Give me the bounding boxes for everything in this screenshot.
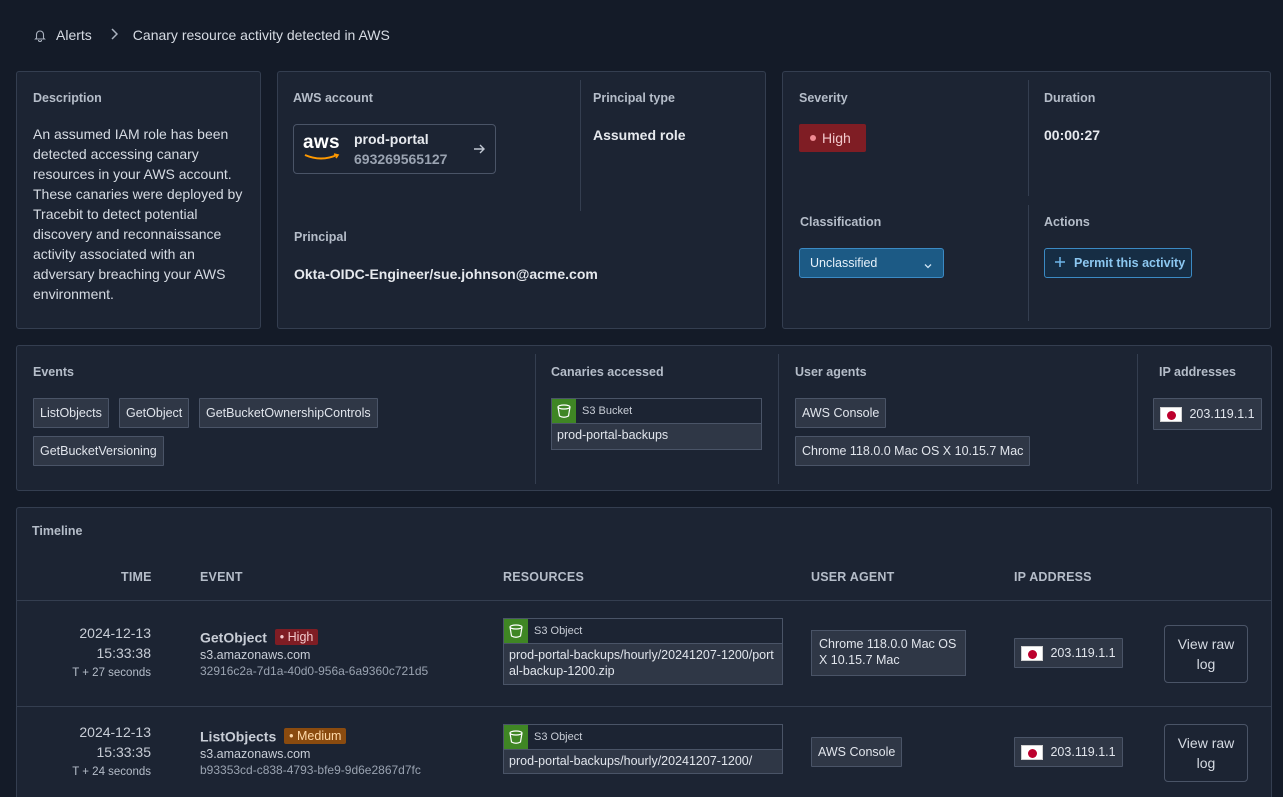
row-event: ListObjects • Medium bbox=[200, 727, 347, 745]
description-text: An assumed IAM role has been detected ac… bbox=[33, 126, 243, 302]
canaries-label: Canaries accessed bbox=[551, 365, 664, 379]
event-chip[interactable]: ListObjects bbox=[33, 398, 109, 428]
row-service: s3.amazonaws.com bbox=[200, 648, 311, 662]
ip-chip[interactable]: 203.119.1.1 bbox=[1014, 638, 1123, 668]
column-header-user-agent: USER AGENT bbox=[811, 570, 895, 584]
japan-flag-icon bbox=[1021, 646, 1043, 662]
divider bbox=[1028, 80, 1029, 196]
severity-badge: • Medium bbox=[284, 728, 347, 745]
timeline-card: Timeline TIME EVENT RESOURCES USER AGENT… bbox=[16, 507, 1272, 797]
divider bbox=[1137, 354, 1138, 484]
principal-label: Principal bbox=[294, 230, 347, 244]
status-card: Severity High Duration 00:00:27 Classifi… bbox=[782, 71, 1271, 329]
severity-badge: • High bbox=[274, 629, 319, 646]
view-raw-log-button[interactable]: View raw log bbox=[1164, 724, 1248, 782]
description-label: Description bbox=[33, 91, 102, 105]
permit-activity-button[interactable]: Permit this activity bbox=[1044, 248, 1192, 278]
event-name: GetObject bbox=[200, 629, 267, 646]
s3-bucket-icon bbox=[552, 399, 576, 423]
principal-type-value: Assumed role bbox=[593, 127, 686, 143]
user-agents-label: User agents bbox=[795, 365, 867, 379]
resource-object[interactable]: S3 Object prod-portal-backups/hourly/202… bbox=[503, 724, 783, 774]
view-raw-log-button[interactable]: View raw log bbox=[1164, 625, 1248, 683]
arrow-right-icon bbox=[472, 142, 486, 159]
column-header-time: TIME bbox=[121, 570, 152, 584]
aws-account-name: prod-portal bbox=[354, 131, 429, 147]
row-date: 2024-12-13 bbox=[79, 724, 151, 740]
event-name: ListObjects bbox=[200, 728, 277, 745]
row-request-id: 32916c2a-7d1a-40d0-956a-6a9360c721d5 bbox=[200, 664, 429, 678]
event-chip[interactable]: GetBucketOwnershipControls bbox=[199, 398, 378, 428]
row-offset: T + 27 seconds bbox=[72, 667, 151, 679]
summary-card: Events ListObjects GetObject GetBucketOw… bbox=[16, 345, 1272, 491]
canary-name: prod-portal-backups bbox=[557, 428, 669, 442]
japan-flag-icon bbox=[1160, 407, 1182, 423]
plus-icon bbox=[1054, 255, 1066, 271]
bell-icon bbox=[33, 28, 47, 42]
description-card: Description An assumed IAM role has been… bbox=[16, 71, 261, 329]
table-row: 2024-12-13 15:33:35 T + 24 seconds ListO… bbox=[17, 707, 1271, 797]
breadcrumb-current: Canary resource activity detected in AWS bbox=[132, 27, 390, 43]
resource-path: prod-portal-backups/hourly/20241207-1200… bbox=[509, 754, 753, 768]
japan-flag-icon bbox=[1021, 745, 1043, 761]
aws-account-link[interactable]: aws prod-portal 693269565127 bbox=[293, 124, 496, 174]
row-request-id: b93353cd-c838-4793-bfe9-9d6e2867d7fc bbox=[200, 763, 421, 777]
row-event: GetObject • High bbox=[200, 628, 319, 646]
actions-label: Actions bbox=[1044, 215, 1090, 229]
table-row: 2024-12-13 15:33:38 T + 27 seconds GetOb… bbox=[17, 601, 1271, 706]
column-header-event: EVENT bbox=[200, 570, 243, 584]
chevron-down-icon bbox=[923, 258, 933, 274]
chevron-right-icon bbox=[110, 27, 120, 43]
canary-bucket[interactable]: S3 Bucket prod-portal-backups bbox=[551, 398, 762, 450]
ip-addresses-label: IP addresses bbox=[1159, 365, 1236, 379]
classification-label: Classification bbox=[800, 215, 882, 229]
breadcrumb-alerts-link[interactable]: Alerts bbox=[56, 27, 92, 43]
ip-chip[interactable]: 203.119.1.1 bbox=[1014, 737, 1123, 767]
divider bbox=[1028, 205, 1029, 321]
user-agent-chip[interactable]: Chrome 118.0.0 Mac OS X 10.15.7 Mac bbox=[795, 436, 1031, 466]
events-label: Events bbox=[33, 365, 74, 379]
row-time: 15:33:38 bbox=[96, 645, 152, 661]
ip-chip[interactable]: 203.119.1.1 bbox=[1153, 398, 1262, 430]
row-date: 2024-12-13 bbox=[79, 625, 151, 641]
severity-badge: High bbox=[799, 124, 866, 152]
row-time: 15:33:35 bbox=[96, 744, 152, 760]
resource-path: prod-portal-backups/hourly/20241207-1200… bbox=[509, 648, 774, 678]
divider bbox=[778, 354, 779, 484]
severity-label: Severity bbox=[799, 91, 848, 105]
user-agent-chip[interactable]: Chrome 118.0.0 Mac OS X 10.15.7 Mac bbox=[811, 630, 966, 676]
breadcrumb: Alerts Canary resource activity detected… bbox=[33, 26, 390, 44]
dot-icon bbox=[810, 135, 816, 141]
account-card: AWS account aws prod-portal 693269565127… bbox=[277, 71, 766, 329]
classification-dropdown[interactable]: Unclassified bbox=[799, 248, 944, 278]
aws-account-id: 693269565127 bbox=[354, 151, 448, 167]
aws-logo: aws bbox=[303, 133, 343, 163]
s3-bucket-icon bbox=[504, 619, 528, 643]
divider bbox=[580, 80, 581, 211]
duration-label: Duration bbox=[1044, 91, 1096, 105]
resource-object[interactable]: S3 Object prod-portal-backups/hourly/202… bbox=[503, 618, 783, 685]
event-chip[interactable]: GetBucketVersioning bbox=[33, 436, 164, 466]
user-agent-chip[interactable]: AWS Console bbox=[795, 398, 887, 428]
event-chip[interactable]: GetObject bbox=[119, 398, 190, 428]
s3-bucket-icon bbox=[504, 725, 528, 749]
divider bbox=[535, 354, 536, 484]
timeline-label: Timeline bbox=[32, 524, 83, 538]
duration-value: 00:00:27 bbox=[1044, 127, 1101, 143]
principal-value: Okta-OIDC-Engineer/sue.johnson@acme.com bbox=[294, 266, 598, 282]
user-agent-chip[interactable]: AWS Console bbox=[811, 737, 903, 767]
column-header-ip-address: IP ADDRESS bbox=[1014, 570, 1092, 584]
row-offset: T + 24 seconds bbox=[72, 766, 151, 778]
aws-account-label: AWS account bbox=[293, 91, 373, 105]
principal-type-label: Principal type bbox=[593, 91, 675, 105]
column-header-resources: RESOURCES bbox=[503, 570, 584, 584]
row-service: s3.amazonaws.com bbox=[200, 747, 311, 761]
